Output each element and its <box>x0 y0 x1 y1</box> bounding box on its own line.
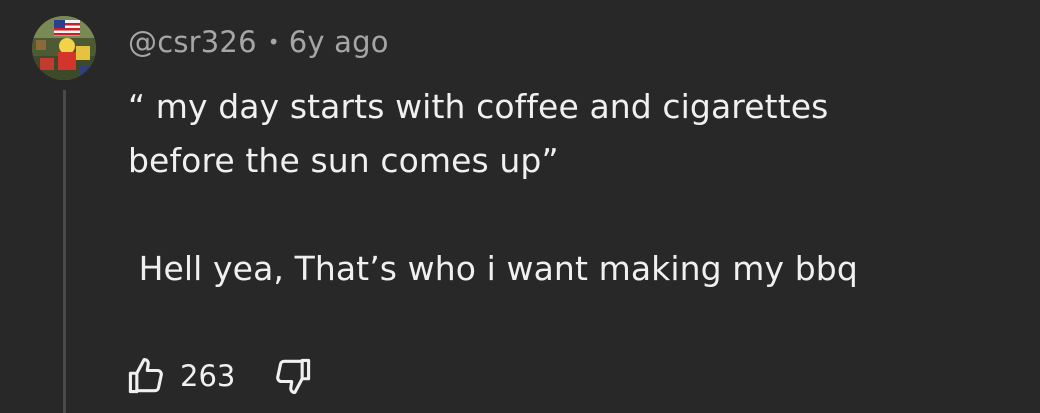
thumbs-up-icon <box>128 357 163 394</box>
thread-line <box>63 90 66 413</box>
separator-dot: • <box>267 30 280 54</box>
comment-text-line: before the sun comes up” <box>128 141 559 180</box>
like-button[interactable]: 263 <box>124 354 235 398</box>
comment-actions: 263 <box>124 350 315 402</box>
comment-body: “ my day starts with coffee and cigarett… <box>128 80 1008 296</box>
comment-text-line: “ my day starts with coffee and cigarett… <box>128 87 829 126</box>
like-count: 263 <box>180 359 236 393</box>
dislike-button[interactable] <box>271 354 315 398</box>
author-handle[interactable]: @csr326 <box>128 25 257 59</box>
comment-meta: @csr326 • 6y ago <box>128 22 389 62</box>
thumbs-down-icon <box>276 358 311 395</box>
avatar[interactable] <box>32 16 96 80</box>
comment-text-line: Hell yea, That’s who i want making my bb… <box>128 249 858 288</box>
avatar-image <box>32 16 96 80</box>
comment-age: 6y ago <box>288 25 389 59</box>
comment: @csr326 • 6y ago “ my day starts with co… <box>0 0 1040 413</box>
